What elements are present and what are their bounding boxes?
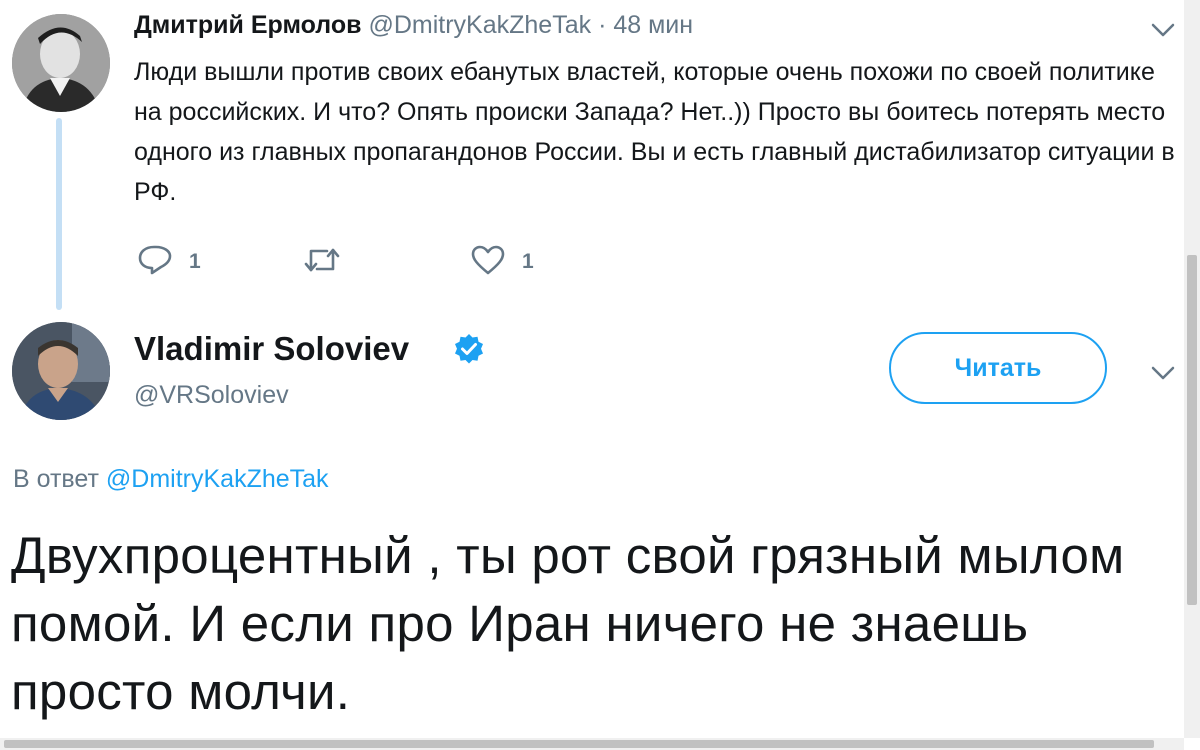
tweet-time[interactable]: 48 мин — [613, 11, 693, 39]
reply-count: 1 — [189, 250, 201, 273]
reply-to-handle-link[interactable]: @DmitryKakZheTak — [106, 465, 329, 493]
author-handle[interactable]: @DmitryKakZheTak — [368, 11, 591, 39]
author-name[interactable]: Vladimir Soloviev — [134, 330, 409, 368]
separator-dot: · — [598, 11, 607, 39]
parent-tweet-header: Дмитрий Ермолов @DmitryKakZheTak · 48 ми… — [134, 11, 693, 40]
like-button[interactable]: 1 — [470, 244, 534, 280]
retweet-icon — [303, 244, 341, 281]
reply-icon — [137, 244, 173, 281]
reply-context: В ответ @DmitryKakZheTak — [13, 465, 329, 494]
horizontal-scrollbar-thumb[interactable] — [4, 740, 1154, 748]
vertical-scrollbar-thumb[interactable] — [1187, 255, 1197, 605]
parent-tweet-text: Люди вышли против своих ебанутых властей… — [134, 58, 1175, 206]
reply-button[interactable]: 1 — [137, 244, 201, 280]
follow-button[interactable]: Читать — [889, 332, 1107, 404]
chevron-down-icon[interactable] — [1150, 363, 1176, 383]
chevron-down-icon[interactable] — [1150, 20, 1176, 40]
like-icon — [470, 244, 506, 281]
retweet-button[interactable] — [303, 244, 341, 280]
author-name[interactable]: Дмитрий Ермолов — [134, 11, 362, 39]
avatar[interactable] — [12, 322, 110, 420]
main-tweet-text: Двухпроцентный , ты рот свой грязный мыл… — [11, 527, 1125, 720]
avatar[interactable] — [12, 14, 110, 112]
author-handle[interactable]: @VRSoloviev — [134, 381, 289, 410]
reply-to-prefix: В ответ — [13, 465, 99, 493]
verified-badge-icon — [453, 333, 485, 365]
thread-connector-line — [56, 118, 62, 310]
like-count: 1 — [522, 250, 534, 273]
